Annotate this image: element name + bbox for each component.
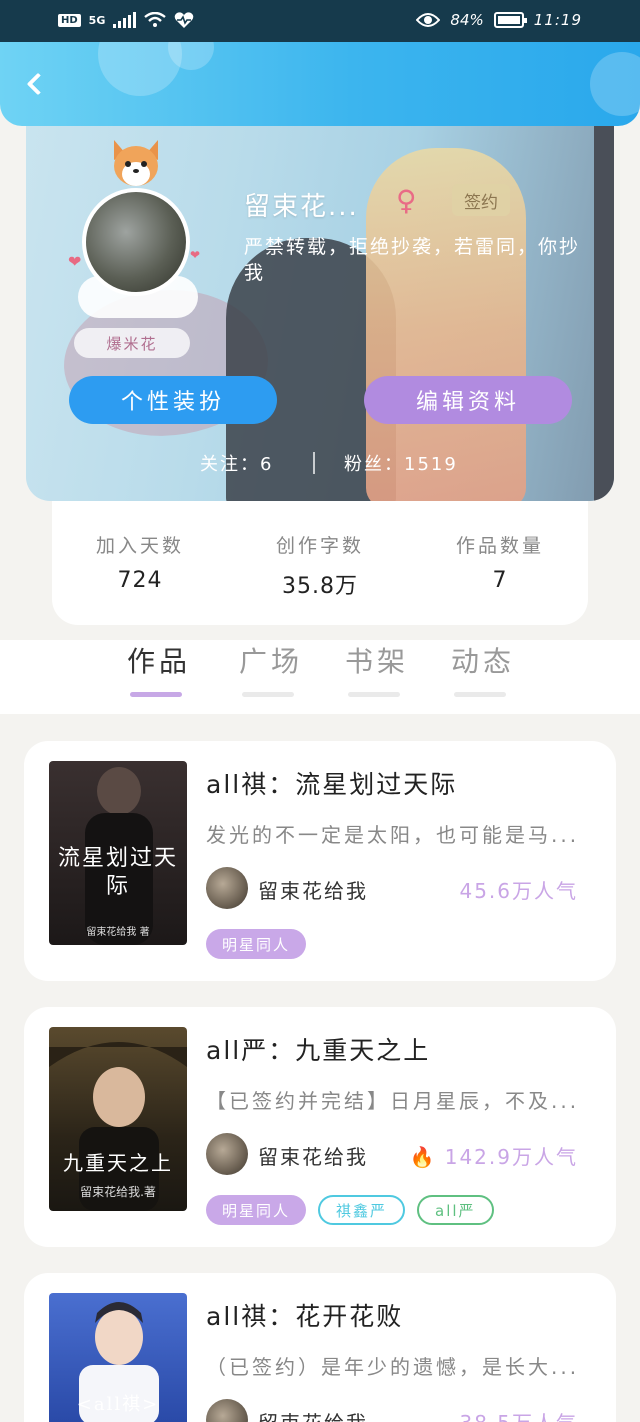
hd-indicator: HD: [58, 13, 81, 27]
book-cover[interactable]: 流星划过天际 留束花给我 著: [49, 761, 187, 945]
tag-list: 明星同人 祺鑫严 all严: [206, 1195, 494, 1225]
level-badge: 爆米花: [74, 328, 190, 358]
stat-value: 724: [117, 568, 163, 593]
work-card[interactable]: <all祺> all祺：花开花败 （已签约）是年少的遗憾，是长大... 留束花给…: [24, 1273, 616, 1422]
tab-activity[interactable]: 动态: [451, 640, 516, 697]
popularity: 38.5万人气: [459, 1407, 578, 1422]
tab-indicator: [130, 692, 182, 697]
avatar[interactable]: [82, 188, 190, 296]
avatar-frame[interactable]: ❤ ❤: [68, 136, 232, 326]
tag[interactable]: 明星同人: [206, 1195, 307, 1225]
cover-title: <all祺>: [76, 1394, 160, 1415]
tag-list: 明星同人: [206, 929, 307, 959]
author-name: 留束花给我: [258, 1407, 368, 1422]
stat-works-count: 作品数量 7: [420, 531, 580, 593]
battery-percent: 84%: [450, 11, 484, 29]
stat-label: 作品数量: [455, 535, 544, 557]
stat-label: 加入天数: [95, 535, 184, 557]
work-card[interactable]: 流星划过天际 留束花给我 著 all祺：流星划过天际 发光的不一定是太阳，也可能…: [24, 741, 616, 981]
stat-value: 7: [492, 568, 508, 593]
author-avatar: [206, 867, 248, 909]
author-name: 留束花给我: [258, 1145, 368, 1169]
work-title: all祺：花开花败: [206, 1302, 404, 1331]
heart-rate-icon: [175, 12, 194, 28]
work-card[interactable]: 九重天之上 留束花给我.著 all严：九重天之上 【已签约并完结】日月星辰，不及…: [24, 1007, 616, 1247]
signal-icon: [113, 12, 137, 28]
cover-author: 留束花给我.著: [80, 1185, 156, 1199]
work-description: 【已签约并完结】日月星辰，不及...: [206, 1089, 580, 1113]
content-tabs: 作品 广场 书架 动态: [0, 640, 640, 714]
tab-label: 动态: [451, 645, 516, 678]
stat-value: 35.8万: [282, 574, 358, 599]
heart-icon: ❤: [190, 248, 201, 262]
book-cover[interactable]: 九重天之上 留束花给我.著: [49, 1027, 187, 1211]
back-button[interactable]: [22, 72, 50, 100]
stat-join-days: 加入天数 724: [60, 531, 220, 593]
cover-title: 九重天之上: [63, 1151, 173, 1175]
work-title: all严：九重天之上: [206, 1036, 431, 1065]
tag[interactable]: all严: [417, 1195, 494, 1225]
tag[interactable]: 明星同人: [206, 929, 307, 959]
popularity: 🔥 142.9万人气: [409, 1145, 578, 1169]
top-bar: [0, 42, 640, 126]
author-name: 留束花给我: [258, 879, 368, 903]
tab-label: 书架: [345, 645, 410, 678]
work-description: 发光的不一定是太阳，也可能是马...: [206, 823, 580, 847]
female-icon: ♀: [396, 184, 417, 217]
fans-count[interactable]: 粉丝：1519: [344, 450, 458, 476]
tab-label: 广场: [239, 645, 304, 678]
book-cover[interactable]: <all祺>: [49, 1293, 187, 1422]
stat-word-count: 创作字数 35.8万: [240, 531, 400, 600]
battery-icon: [493, 12, 527, 28]
author-avatar: [206, 1133, 248, 1175]
network-type: 5G: [88, 13, 106, 27]
edit-profile-button[interactable]: 编辑资料: [364, 376, 572, 424]
signed-badge: 签约: [452, 184, 510, 216]
eye-icon: [416, 13, 441, 27]
popularity: 45.6万人气: [459, 879, 578, 903]
back-arrow-icon: [26, 72, 50, 96]
following-count[interactable]: 关注：6: [200, 450, 273, 476]
wifi-icon: [144, 12, 167, 27]
status-bar: HD 5G 84% 11:19: [0, 0, 640, 42]
user-bio: 严禁转载，拒绝抄袭，若雷同，你抄我: [244, 236, 581, 284]
cover-title: 流星划过天际: [57, 846, 178, 899]
heart-icon: ❤: [68, 252, 82, 271]
stat-label: 创作字数: [275, 535, 364, 557]
tab-square[interactable]: 广场: [239, 640, 304, 697]
work-description: （已签约）是年少的遗憾，是长大...: [206, 1355, 580, 1379]
clock: 11:19: [533, 11, 582, 29]
stats-panel: 加入天数 724 创作字数 35.8万 作品数量 7: [52, 501, 588, 625]
tag[interactable]: 祺鑫严: [318, 1195, 406, 1225]
fire-icon: 🔥: [409, 1145, 437, 1169]
profile-banner: ❤ ❤ 爆米花 留束花... ♀ 签约 严禁转载，拒绝抄袭，若雷同，你抄我 个性…: [26, 118, 614, 501]
cover-author: 留束花给我 著: [86, 927, 150, 938]
corgi-frame-icon: [114, 140, 158, 186]
tab-works[interactable]: 作品: [127, 640, 192, 697]
tab-label: 作品: [127, 645, 192, 678]
divider: [313, 452, 315, 474]
author-avatar: [206, 1399, 248, 1422]
decorate-button[interactable]: 个性装扮: [69, 376, 277, 424]
tab-bookshelf[interactable]: 书架: [345, 640, 410, 697]
user-name: 留束花...: [244, 192, 359, 222]
work-title: all祺：流星划过天际: [206, 770, 458, 799]
